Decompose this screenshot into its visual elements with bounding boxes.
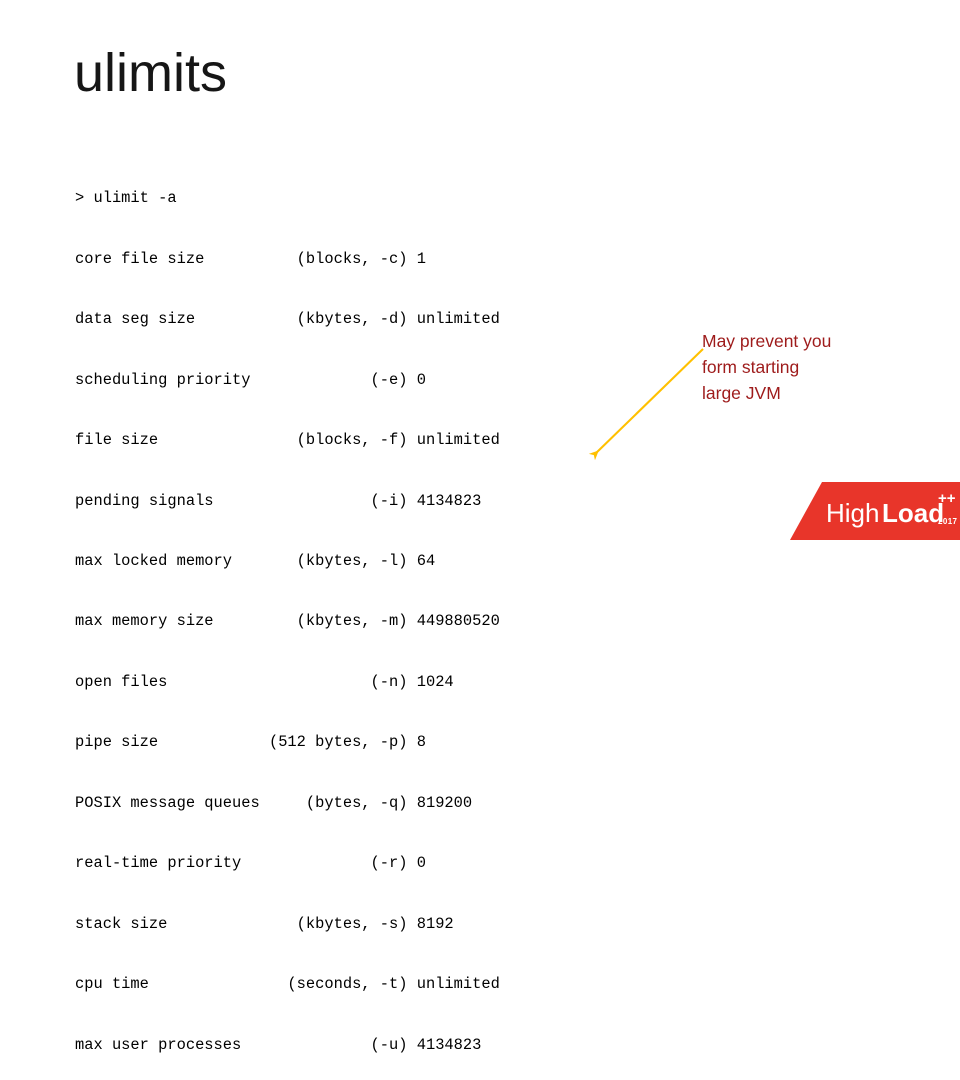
logo-text-load: Load [882, 498, 944, 528]
terminal-line: core file size (blocks, -c) 1 [75, 249, 426, 268]
terminal-line: max user processes (-u) 4134823 [75, 1035, 482, 1054]
terminal-line: max memory size (kbytes, -m) 449880520 [75, 612, 500, 631]
terminal-line: max locked memory (kbytes, -l) 64 [75, 552, 436, 571]
slide-canvas: ulimits > ulimit -a core file size (bloc… [0, 0, 960, 1054]
callout-line-2: form starting [702, 357, 800, 377]
terminal-line: pipe size (512 bytes, -p) 8 [75, 733, 426, 752]
terminal-line: open files (-n) 1024 [75, 672, 454, 691]
terminal-line: file size (blocks, -f) unlimited [75, 431, 500, 450]
highload-logo: High Load ++ 2017 [790, 482, 960, 540]
terminal-line: POSIX message queues (bytes, -q) 819200 [75, 793, 473, 812]
terminal-line: cpu time (seconds, -t) unlimited [75, 975, 500, 994]
callout-arrow-icon [588, 348, 704, 461]
callout-line-1: May prevent you [702, 331, 832, 351]
callout-annotation-text: May prevent you form starting large JVM [702, 328, 882, 406]
terminal-output-block: > ulimit -a core file size (blocks, -c) … [75, 148, 500, 1080]
terminal-line: > ulimit -a [75, 189, 177, 208]
page-title: ulimits [74, 43, 228, 103]
terminal-line: real-time priority (-r) 0 [75, 854, 426, 873]
terminal-line: stack size (kbytes, -s) 8192 [75, 914, 454, 933]
terminal-line: pending signals (-i) 4134823 [75, 491, 482, 510]
logo-text-year: 2017 [938, 517, 958, 526]
logo-text-plusplus: ++ [938, 490, 956, 507]
terminal-line: scheduling priority (-e) 0 [75, 370, 426, 389]
logo-text-high: High [826, 498, 879, 528]
callout-line-3: large JVM [702, 383, 781, 403]
terminal-line: data seg size (kbytes, -d) unlimited [75, 310, 500, 329]
